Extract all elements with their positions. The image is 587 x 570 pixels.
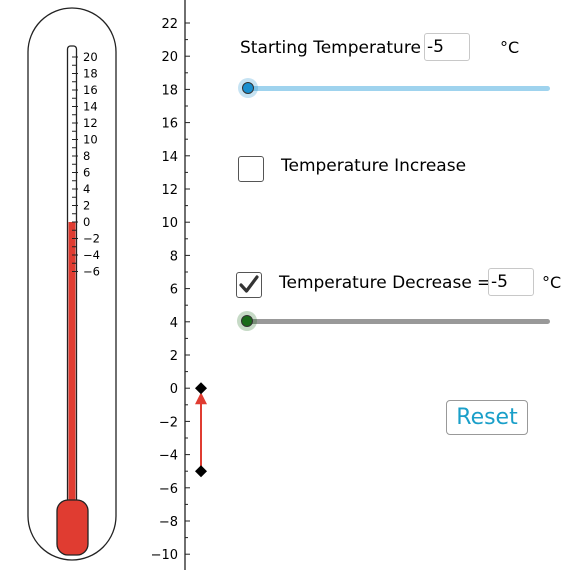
number-line-tick-label: 22 [161, 17, 178, 32]
number-line-tick-label: −2 [159, 415, 178, 430]
thermometer-tick-label: 16 [83, 83, 98, 97]
number-line-tick-label: −10 [151, 548, 178, 563]
checkmark-icon [238, 274, 259, 293]
thermometer-bulb [56, 499, 89, 556]
number-line-tick-label: 6 [170, 283, 178, 298]
temperature-decrease-unit: °C [542, 273, 562, 292]
thermometer-tick-label: 20 [83, 50, 98, 64]
temperature-decrease-slider-knob[interactable] [241, 315, 253, 327]
arrow-start-point [195, 465, 207, 478]
number-line-tick-label: 14 [161, 150, 178, 165]
temperature-increase-label: Temperature Increase [281, 156, 467, 176]
thermometer-tick-label: 6 [83, 166, 90, 180]
temperature-decrease-checkbox[interactable] [236, 272, 262, 298]
thermometer-tick-label: 12 [83, 116, 98, 130]
thermometer-tick-label: 18 [83, 67, 98, 81]
thermometer-tick-label: −2 [83, 232, 100, 246]
thermometer-tick-label: 4 [83, 182, 90, 196]
reset-button[interactable]: Reset [446, 400, 528, 435]
number-line-tick-label: 2 [170, 349, 178, 364]
number-line-tick-label: 12 [161, 183, 178, 198]
number-line-tick-label: 16 [161, 117, 178, 132]
temperature-decrease-input[interactable]: -5 [488, 268, 534, 296]
starting-temperature-label: Starting Temperature = [240, 38, 441, 58]
number-line-tick-label: 18 [161, 83, 178, 98]
thermometer-tick-label: −4 [83, 248, 100, 262]
temperature-decrease-slider[interactable] [247, 319, 550, 324]
thermometer-tick-label: 8 [83, 149, 90, 163]
starting-temperature-slider-knob[interactable] [242, 82, 254, 94]
temperature-change-arrow [195, 382, 207, 478]
thermometer-tick-label: 2 [83, 199, 90, 213]
number-line-tick-label: 4 [170, 316, 178, 331]
number-line-tick-label: −8 [159, 515, 178, 530]
arrow-end-point [195, 382, 207, 395]
starting-temperature-slider[interactable] [247, 86, 550, 91]
temperature-decrease-label: Temperature Decrease [279, 273, 472, 293]
number-line-tick-label: −4 [159, 449, 178, 464]
number-line-tick-label: 0 [170, 382, 178, 397]
temperature-increase-checkbox[interactable] [238, 156, 264, 182]
number-line-tick-label: 10 [161, 216, 178, 231]
number-line-scale: 2220181614121086420−2−4−6−8−10 [151, 17, 190, 563]
thermometer-tick-label: 14 [83, 100, 98, 114]
mercury-column [68, 222, 76, 505]
thermometer-tick-label: −6 [83, 265, 100, 279]
thermometer-tick-label: 0 [83, 215, 90, 229]
starting-temperature-unit: °C [500, 38, 520, 57]
number-line-tick-label: 20 [161, 50, 178, 65]
thermometer-tick-label: 10 [83, 133, 98, 147]
number-line-tick-label: −6 [159, 482, 178, 497]
starting-temperature-input[interactable]: -5 [424, 33, 470, 61]
number-line-tick-label: 8 [170, 249, 178, 264]
